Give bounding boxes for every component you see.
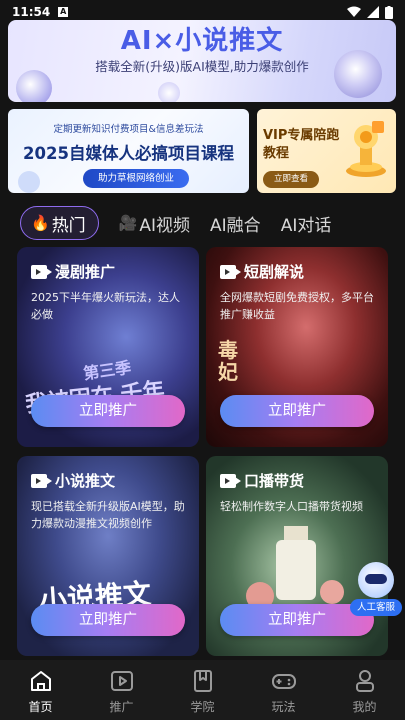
battery-icon [385,5,393,19]
tab-label: 热门 [51,215,86,236]
card-description: 全网爆款短剧免费授权，多平台推广赚收益 [220,291,374,321]
video-icon [220,264,241,279]
nav-label: 推广 [109,700,134,714]
nav-promote[interactable]: 推广 [81,660,162,720]
bookmark-icon [193,670,212,692]
customer-service-button[interactable]: 人工客服 [350,562,402,618]
tab-ai-fusion[interactable]: AI融合 [210,206,261,240]
nav-label: 我的 [352,700,377,714]
status-time: 11:54 [12,5,51,19]
play-icon [110,671,133,691]
promo-vip-title: VIP专属陪跑教程 [263,128,340,161]
card-header: 漫剧推广 [31,261,115,282]
card-title: 口播带货 [244,472,305,490]
nav-profile[interactable]: 我的 [324,660,405,720]
video-icon [31,473,52,488]
notification-a-icon: A [58,7,69,17]
promo-vip-button[interactable]: 立即查看 [263,171,319,188]
promote-button[interactable]: 立即推广 [31,604,185,636]
promo-course-title: 2025自媒体人必搞项目课程 [23,144,234,163]
customer-service-label: 人工客服 [350,599,402,616]
promo-vip-banner[interactable]: VIP专属陪跑教程 立即查看 [257,109,396,193]
card-title: 小说推文 [55,472,116,490]
promo-course-tagline: 定期更新知识付费项目&信息差玩法 [53,124,204,135]
trophy-icon [346,121,386,177]
feature-card-novel-promo[interactable]: 小说推文 小说推文 现已搭载全新升级版AI模型，助力爆款动漫推文视频创作 立即推… [17,456,199,656]
user-icon [355,670,374,692]
feature-card-live-selling[interactable]: 口播带货 轻松制作数字人口播带货视频 立即推广 [206,456,388,656]
nav-label: 玩法 [271,700,296,714]
nav-label: 学院 [190,700,215,714]
bottom-navigation: 首页 推广 学院 玩法 我的 [0,660,405,720]
product-bottle-illustration [246,526,346,616]
nav-label: 首页 [28,700,53,714]
status-icons [347,5,393,19]
gamepad-icon [271,674,296,689]
tab-label: AI融合 [210,215,261,236]
tab-ai-chat[interactable]: AI对话 [281,206,332,240]
card-header: 短剧解说 [220,261,304,282]
hero-subtitle: 搭载全新(升级)版AI模型,助力爆款创作 [95,59,309,74]
category-tabs: 🔥 热门 🎥 AI视频 AI融合 AI对话 [20,206,395,240]
promote-button[interactable]: 立即推广 [31,395,185,427]
card-description: 轻松制作数字人口播带货视频 [220,500,363,513]
robot-visor [365,574,387,584]
promote-button[interactable]: 立即推广 [220,395,374,427]
card-header: 小说推文 [31,470,115,491]
hero-banner[interactable]: AI×小说推文 搭载全新(升级)版AI模型,助力爆款创作 [8,20,396,102]
card-header: 口播带货 [220,470,304,491]
nav-home[interactable]: 首页 [0,660,81,720]
tab-label: AI视频 [139,215,191,236]
home-icon [30,671,51,691]
hero-title: AI×小说推文 [120,26,284,56]
promo-decoration [18,171,40,193]
tab-hot[interactable]: 🔥 热门 [20,206,99,240]
hero-decoration-orb-small [158,82,180,102]
video-camera-icon: 🎥 [118,214,138,232]
nav-gameplay[interactable]: 玩法 [243,660,324,720]
card-description: 现已搭载全新升级版AI模型，助力爆款动漫推文视频创作 [31,500,185,530]
fire-icon: 🔥 [31,214,50,232]
card-title: 漫剧推广 [55,263,116,281]
tab-ai-video[interactable]: 🎥 AI视频 [119,206,190,240]
nav-academy[interactable]: 学院 [162,660,243,720]
status-bar: 11:54 A [0,0,405,24]
promo-course-banner[interactable]: 定期更新知识付费项目&信息差玩法 2025自媒体人必搞项目课程 助力草根网络创业 [8,109,249,193]
card-title: 短剧解说 [244,263,305,281]
feature-card-comic-promo[interactable]: 第三季 我被困在 千年 漫剧推广 2025下半年爆火新玩法，达人必做 立即推广 [17,247,199,447]
wifi-icon [347,6,361,17]
signal-icon [367,6,379,18]
video-icon [220,473,241,488]
card-art-title: 毒妃 [218,338,238,384]
feature-card-short-drama[interactable]: 毒妃 短剧解说 全网爆款短剧免费授权，多平台推广赚收益 立即推广 [206,247,388,447]
video-icon [31,264,52,279]
card-description: 2025下半年爆火新玩法，达人必做 [31,291,180,321]
promo-course-button[interactable]: 助力草根网络创业 [83,169,189,188]
tab-label: AI对话 [280,215,332,236]
